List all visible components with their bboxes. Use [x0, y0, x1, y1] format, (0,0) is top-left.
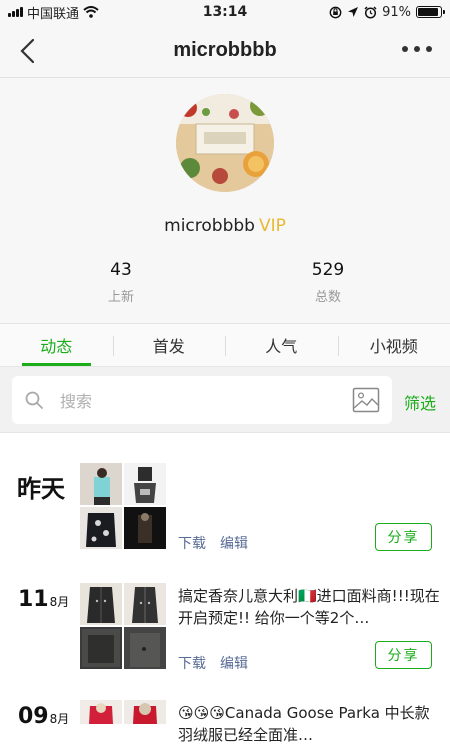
tab-bar: 动态 首发 人气 小视频: [0, 323, 450, 367]
post-day: 11: [18, 587, 49, 612]
post-text: 😘😘😘Canada Goose Parka 中长款羽绒服已经全面准…: [178, 704, 430, 744]
vip-badge: VIP: [258, 216, 286, 236]
stat-total-value: 529: [311, 260, 345, 280]
status-bar: 中国联通 13:14 91%: [0, 0, 450, 24]
rotation-lock-icon: [329, 6, 342, 18]
chevron-left-icon[interactable]: [14, 36, 42, 66]
post-day: 09: [18, 704, 49, 729]
post-thumbnails[interactable]: [80, 583, 166, 669]
thumbnail[interactable]: [124, 463, 166, 505]
more-dots-icon[interactable]: [402, 46, 432, 52]
signal-icon: [8, 7, 23, 17]
thumbnail[interactable]: [124, 583, 166, 625]
post-date: 昨天: [17, 475, 65, 503]
thumbnail[interactable]: [80, 700, 122, 724]
username: microbbbb: [164, 216, 255, 236]
post-date: 098月: [18, 704, 69, 729]
post-text: 搞定香奈儿意大利🇮🇹进口面料商!!!现在开启预定!! 给你一个等2个…: [178, 587, 440, 627]
status-right: 91%: [272, 4, 445, 20]
stat-total[interactable]: 529 总数: [268, 260, 388, 305]
wifi-icon: [83, 6, 99, 18]
thumbnail[interactable]: [80, 507, 122, 549]
stat-new-label: 上新: [107, 290, 134, 305]
download-link[interactable]: 下载: [178, 653, 206, 673]
post-actions: 下载 编辑: [178, 653, 248, 673]
image-search-icon[interactable]: [352, 387, 380, 413]
stat-total-label: 总数: [314, 290, 341, 305]
carrier-name: 中国联通: [27, 6, 80, 22]
stat-new-value: 43: [110, 260, 132, 280]
post-month: 8月: [49, 712, 70, 726]
post-thumbnails[interactable]: [80, 463, 166, 549]
thumbnail[interactable]: [124, 700, 166, 724]
search-area: 搜索 筛选: [0, 367, 450, 433]
feed-list: 昨天 下载 编辑 分享 118月 搞定香奈儿意大利🇮🇹进口面料商!!!现在开启预…: [0, 433, 450, 750]
nav-bar: microbbbb: [0, 24, 450, 78]
post-month: 8月: [49, 595, 70, 609]
thumbnail[interactable]: [80, 583, 122, 625]
filter-button[interactable]: 筛选: [404, 390, 436, 414]
share-button[interactable]: 分享: [375, 641, 432, 669]
location-icon: [348, 7, 359, 17]
edit-link[interactable]: 编辑: [220, 533, 248, 553]
stat-new[interactable]: 43 上新: [61, 260, 181, 305]
search-placeholder: 搜索: [60, 392, 93, 411]
thumbnail[interactable]: [80, 463, 122, 505]
status-time: 13:14: [202, 4, 248, 20]
thumbnail[interactable]: [124, 627, 166, 669]
post-actions: 下载 编辑: [178, 533, 248, 553]
post-thumbnails[interactable]: [80, 700, 166, 750]
tab-short-video[interactable]: 小视频: [337, 324, 450, 366]
tab-dynamics[interactable]: 动态: [0, 324, 113, 366]
share-button[interactable]: 分享: [375, 523, 432, 551]
battery-fill: [418, 8, 439, 16]
thumbnail[interactable]: [80, 627, 122, 669]
search-input[interactable]: 搜索: [12, 376, 392, 424]
edit-link[interactable]: 编辑: [220, 653, 248, 673]
battery-percent: 91%: [382, 4, 411, 20]
page-title: microbbbb: [173, 39, 277, 61]
tab-popular[interactable]: 人气: [225, 324, 338, 366]
avatar[interactable]: [176, 94, 274, 192]
username-row: microbbbb VIP: [0, 216, 450, 236]
search-icon: [25, 391, 43, 409]
battery-icon: [416, 6, 445, 18]
download-link[interactable]: 下载: [178, 533, 206, 553]
alarm-icon: [364, 5, 377, 19]
thumbnail[interactable]: [124, 507, 166, 549]
tab-premiere[interactable]: 首发: [112, 324, 226, 366]
status-left: 中国联通: [8, 3, 178, 22]
post-date: 118月: [18, 587, 69, 612]
profile-header: microbbbb VIP 43 上新 529 总数: [0, 78, 450, 323]
